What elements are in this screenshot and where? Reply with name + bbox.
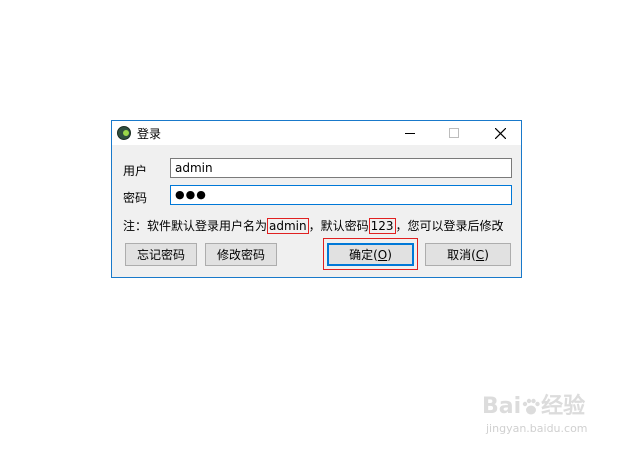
change-password-button[interactable]: 修改密码 [205, 243, 277, 266]
minimize-button[interactable] [388, 121, 432, 145]
note-default-username: admin [267, 218, 309, 234]
login-dialog: 登录 用户 admin 密码 ●●● 注：软件默认登录用户名为 admin ，默认密… [111, 120, 522, 278]
ok-label-end: ) [387, 247, 392, 262]
title-bar[interactable]: 登录 [112, 121, 521, 145]
note-prefix: 注：软件默认登录用户名为 [123, 219, 268, 233]
note-middle: ，默认密码 [308, 219, 369, 233]
paw-icon [522, 398, 540, 415]
password-label: 密码 [123, 191, 148, 205]
close-icon [494, 127, 506, 139]
note-default-password: 123 [368, 218, 396, 234]
watermark-url: jingyan.baidu.com [486, 422, 588, 435]
forgot-password-button[interactable]: 忘记密码 [125, 243, 197, 266]
cancel-label-end: ) [484, 247, 489, 262]
app-icon [117, 126, 131, 140]
maximize-button[interactable] [432, 121, 476, 145]
watermark-logo: Bai 经验 [482, 388, 585, 420]
note-suffix: ，您可以登录后修改 [395, 219, 504, 233]
ok-accel-key: O [377, 247, 388, 262]
password-field[interactable]: ●●● [170, 185, 512, 205]
window-title: 登录 [137, 127, 162, 141]
baidu-jingyan-watermark: Bai 经验 jingyan.baidu.com [482, 388, 622, 443]
username-label: 用户 [123, 164, 148, 178]
close-button[interactable] [478, 121, 522, 145]
ok-label: 确定( [349, 248, 378, 262]
watermark-brand: Bai [482, 394, 522, 419]
minimize-icon [405, 133, 415, 134]
cancel-label: 取消( [447, 248, 476, 262]
username-field[interactable]: admin [170, 158, 512, 178]
maximize-icon [449, 128, 459, 138]
ok-button[interactable]: 确定(O) [327, 243, 414, 266]
cancel-button[interactable]: 取消(C) [425, 243, 511, 266]
watermark-brand-suffix: 经验 [541, 394, 586, 419]
default-credentials-note: 注：软件默认登录用户名为 admin ，默认密码 123 ，您可以登录后修改 [123, 217, 504, 234]
cancel-accel-key: C [475, 247, 485, 262]
